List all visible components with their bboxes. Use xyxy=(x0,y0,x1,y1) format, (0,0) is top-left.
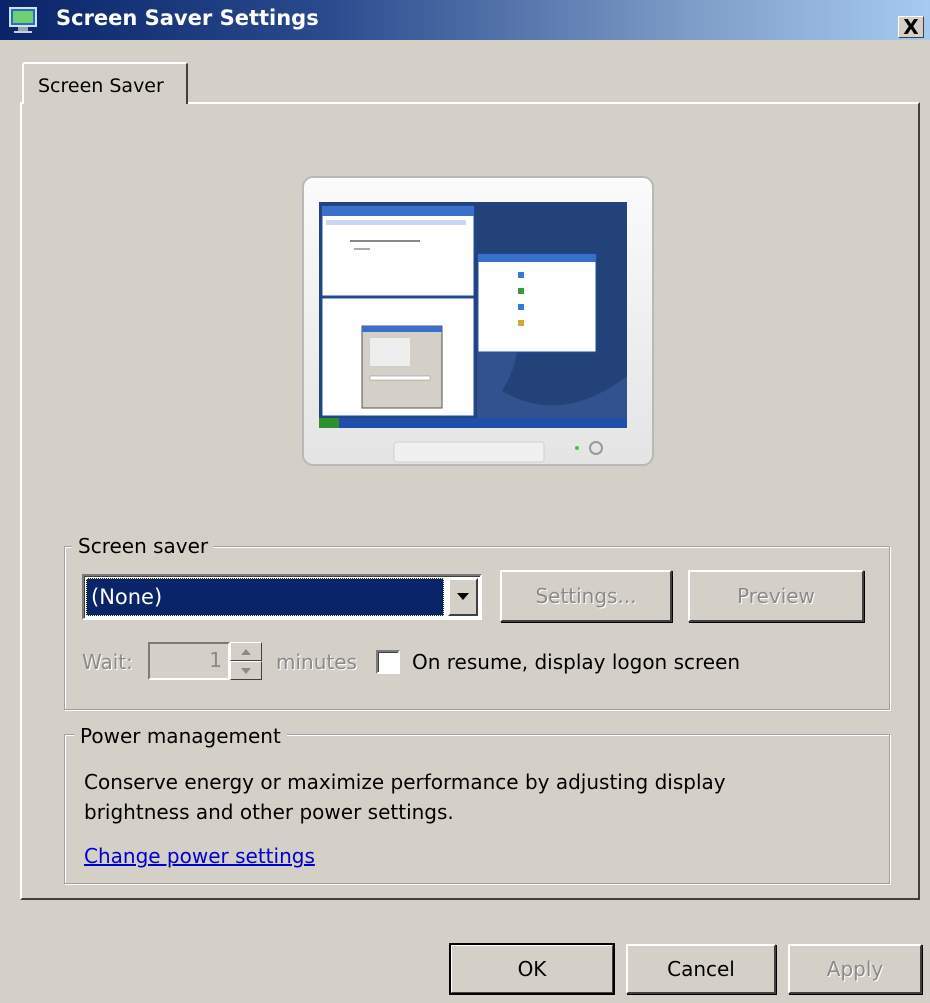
minutes-label: minutes xyxy=(276,650,357,674)
spin-down-button[interactable] xyxy=(230,661,262,680)
resume-logon-checkbox[interactable] xyxy=(376,650,400,674)
tab-label: Screen Saver xyxy=(38,75,164,97)
resume-logon-label[interactable]: On resume, display logon screen xyxy=(412,650,740,674)
power-description-line2: brightness and other power settings. xyxy=(84,800,454,824)
arrow-down-icon xyxy=(241,667,251,674)
preview-button[interactable]: Preview xyxy=(688,570,864,622)
change-power-settings-link[interactable]: Change power settings xyxy=(84,844,315,868)
title-bar: Screen Saver Settings X xyxy=(0,0,930,40)
screen-saver-selected: (None) xyxy=(86,578,444,616)
arrow-up-icon xyxy=(241,648,251,655)
dropdown-arrow-button[interactable] xyxy=(448,578,478,616)
window-title: Screen Saver Settings xyxy=(56,6,319,30)
ok-button[interactable]: OK xyxy=(449,943,615,995)
close-button[interactable]: X xyxy=(898,16,924,38)
spin-up-button[interactable] xyxy=(230,642,262,661)
close-icon: X xyxy=(903,15,919,39)
monitor-preview xyxy=(302,176,654,466)
tab-screen-saver[interactable]: Screen Saver xyxy=(22,62,188,104)
settings-button[interactable]: Settings... xyxy=(500,570,672,622)
chevron-down-icon xyxy=(457,593,469,600)
power-description-line1: Conserve energy or maximize performance … xyxy=(84,770,726,794)
wait-minutes-input[interactable]: 1 xyxy=(148,642,230,680)
wait-label: Wait: xyxy=(82,650,133,674)
screen-saver-dropdown[interactable]: (None) xyxy=(82,574,482,620)
cancel-button[interactable]: Cancel xyxy=(626,944,776,994)
apply-button[interactable]: Apply xyxy=(788,944,922,994)
screen-saver-app-icon xyxy=(9,7,37,33)
screen-saver-group-label: Screen saver xyxy=(72,534,215,558)
wait-spinner[interactable] xyxy=(230,642,262,680)
power-management-group-label: Power management xyxy=(74,724,287,748)
